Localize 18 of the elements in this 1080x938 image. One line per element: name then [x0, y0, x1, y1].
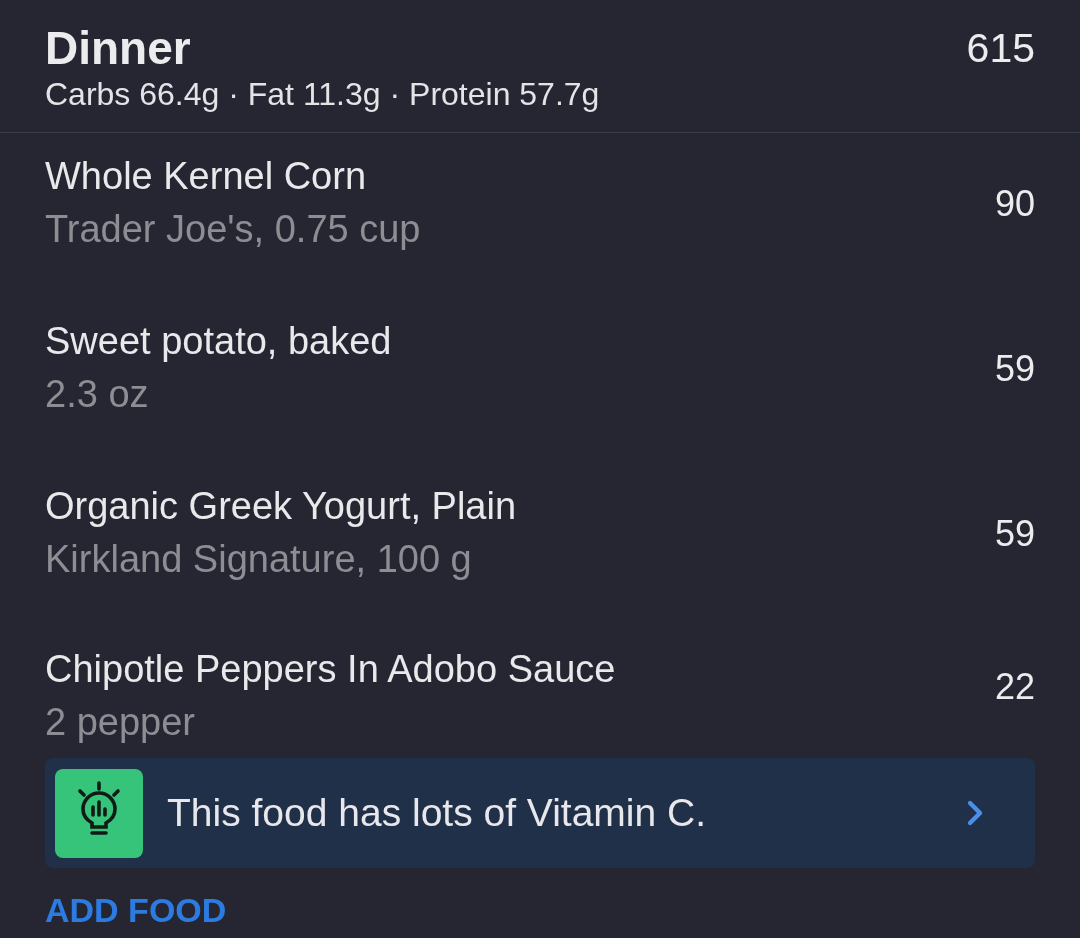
food-calories: 22: [994, 665, 1035, 709]
food-serving: 2.3 oz: [45, 372, 150, 417]
food-calories: 59: [994, 512, 1035, 556]
food-name: Whole Kernel Corn: [45, 154, 368, 199]
add-food-button[interactable]: ADD FOOD: [45, 894, 227, 926]
food-serving: Kirkland Signature, 100 g: [45, 537, 473, 582]
food-serving: Trader Joe's, 0.75 cup: [45, 207, 421, 252]
food-serving: 2 pepper: [45, 700, 196, 745]
food-name: Sweet potato, baked: [45, 319, 392, 364]
food-calories: 90: [994, 182, 1035, 226]
food-calories: 59: [994, 347, 1035, 391]
macro-summary: Carbs 66.4g · Fat 11.3g · Protein 57.7g: [45, 75, 600, 114]
food-name: Chipotle Peppers In Adobo Sauce: [45, 647, 616, 692]
meal-title: Dinner: [45, 22, 192, 74]
lightbulb-icon: [55, 768, 143, 858]
food-name: Organic Greek Yogurt, Plain: [45, 484, 517, 529]
meal-calories: 615: [966, 24, 1035, 73]
tip-banner[interactable]: This food has lots of Vitamin C.: [45, 758, 1035, 868]
